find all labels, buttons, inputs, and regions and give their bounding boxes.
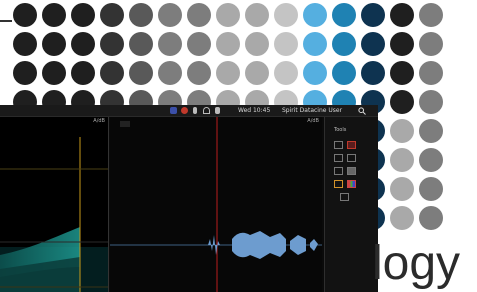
grid-dot: [216, 3, 240, 27]
select-tool-icon[interactable]: [334, 141, 343, 149]
grid-dot: [158, 61, 182, 85]
grid-dot: [100, 61, 124, 85]
tool-panel: Tools: [324, 117, 378, 292]
grid-dot: [419, 206, 443, 230]
grid-dot: [419, 90, 443, 114]
grid-dot: [42, 32, 66, 56]
grid-dot: [216, 61, 240, 85]
grid-dot: [129, 61, 153, 85]
grid-dot: [390, 119, 414, 143]
grid-dot: [158, 32, 182, 56]
grid-dot: [274, 61, 298, 85]
grid-dot: [361, 3, 385, 27]
waveform-graph: [110, 117, 322, 292]
grid-dot: [390, 148, 414, 172]
grid-dot: [13, 32, 37, 56]
grid-dot: [274, 32, 298, 56]
grid-dot: [361, 61, 385, 85]
cut-tool-icon[interactable]: [334, 167, 343, 175]
grid-dot: [390, 90, 414, 114]
grid-dot: [274, 3, 298, 27]
app-screenshot: Wed 10:45 Spirit Datacine User A/dB A/dB…: [0, 105, 378, 292]
grid-dot: [390, 177, 414, 201]
crop-line: [0, 20, 12, 22]
tool-panel-title: Tools: [334, 127, 347, 133]
grid-dot: [332, 61, 356, 85]
grid-dot: [390, 3, 414, 27]
grid-dot: [419, 61, 443, 85]
grid-dot: [158, 3, 182, 27]
record-tool-icon[interactable]: [347, 141, 356, 149]
grid-dot: [187, 32, 211, 56]
grid-dot: [42, 61, 66, 85]
grid-dot: [303, 61, 327, 85]
grid-dot: [216, 32, 240, 56]
logo-text: logy: [372, 237, 461, 290]
grid-dot: [13, 61, 37, 85]
grid-tool-icon[interactable]: [347, 167, 356, 175]
grid-dot: [42, 3, 66, 27]
grid-dot: [71, 32, 95, 56]
grid-dot: [303, 32, 327, 56]
spectrogram-graph: [0, 137, 108, 292]
browser-icon[interactable]: [181, 107, 188, 114]
grid-dot: [71, 3, 95, 27]
grid-dot: [419, 177, 443, 201]
grid-dot: [245, 3, 269, 27]
user-menu[interactable]: Spirit Datacine User: [282, 105, 342, 116]
clock-text[interactable]: Wed 10:45: [238, 105, 270, 116]
loop-tool-icon[interactable]: [347, 154, 356, 162]
grid-dot: [419, 119, 443, 143]
grid-dot: [390, 32, 414, 56]
grid-dot: [13, 3, 37, 27]
grid-dot: [245, 61, 269, 85]
grid-dot: [419, 32, 443, 56]
grid-dot: [390, 206, 414, 230]
grid-dot: [71, 61, 95, 85]
bluetooth-icon[interactable]: [193, 107, 197, 114]
grid-dot: [332, 32, 356, 56]
channel-tool-icon[interactable]: [347, 180, 356, 188]
app-menu-icon[interactable]: [170, 107, 177, 114]
grid-dot: [129, 32, 153, 56]
search-icon[interactable]: [358, 107, 366, 115]
volume-icon[interactable]: [215, 107, 220, 114]
grid-dot: [245, 32, 269, 56]
wifi-icon[interactable]: [203, 107, 210, 114]
grid-dot: [187, 61, 211, 85]
system-top-bar: Wed 10:45 Spirit Datacine User: [0, 105, 378, 117]
grid-dot: [303, 3, 327, 27]
grid-dot: [129, 3, 153, 27]
grid-dot: [419, 3, 443, 27]
waveform-panel[interactable]: A/dB: [110, 117, 322, 292]
grid-dot: [390, 61, 414, 85]
zoom-tool-icon[interactable]: [334, 154, 343, 162]
list-tool-icon[interactable]: [340, 193, 349, 201]
grid-dot: [419, 148, 443, 172]
grid-dot: [361, 32, 385, 56]
spectrogram-panel[interactable]: A/dB: [0, 117, 109, 292]
color-tool-icon[interactable]: [334, 180, 343, 188]
grid-dot: [100, 3, 124, 27]
grid-dot: [100, 32, 124, 56]
grid-dot: [332, 3, 356, 27]
grid-dot: [187, 3, 211, 27]
